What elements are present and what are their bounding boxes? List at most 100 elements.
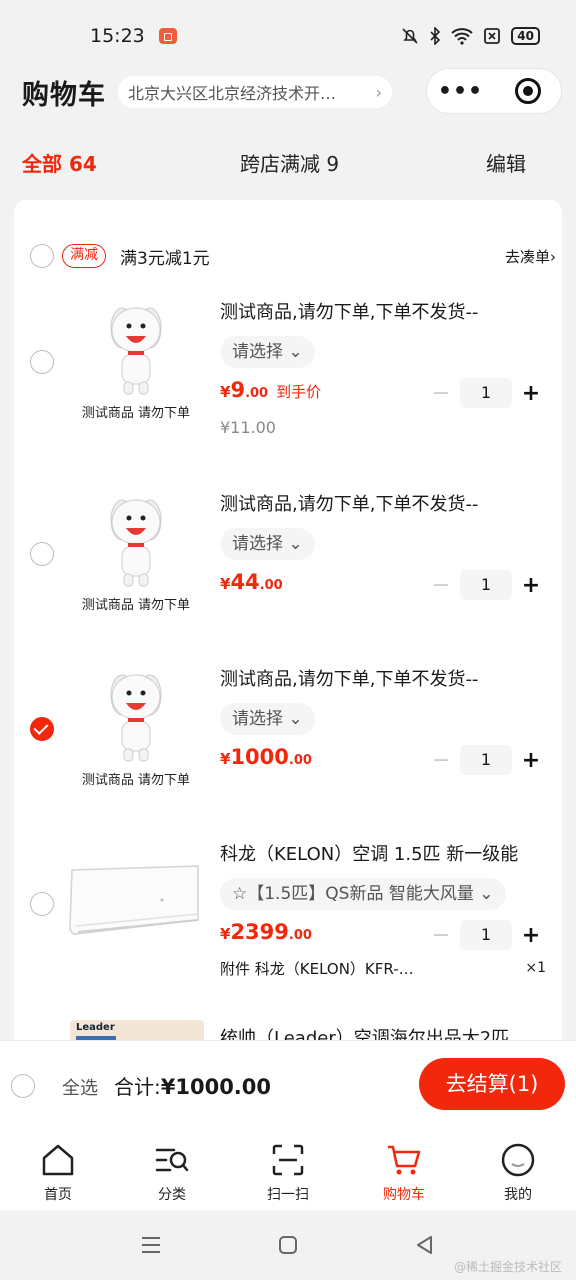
product-thumbnail[interactable]: 测试商品 请勿下单 — [66, 665, 206, 795]
accessory-count: ×1 — [525, 960, 546, 976]
edit-button[interactable]: 编辑 — [486, 148, 526, 177]
system-nav-bar: @稀土掘金技术社区 — [0, 1210, 576, 1280]
increase-button[interactable]: + — [518, 381, 544, 406]
back-icon[interactable] — [414, 1234, 436, 1256]
decrease-button[interactable]: − — [428, 573, 454, 598]
profile-icon — [500, 1142, 536, 1178]
product-thumbnail[interactable]: 测试商品 请勿下单 — [66, 490, 206, 620]
bluetooth-icon — [430, 27, 441, 45]
address-selector[interactable]: 北京大兴区北京经济技术开… › — [118, 76, 392, 108]
item-select-radio[interactable] — [30, 542, 54, 566]
cart-icon — [386, 1142, 422, 1178]
menu-icon[interactable] — [140, 1234, 162, 1256]
spec-selector[interactable]: 请选择 ⌄ — [220, 528, 315, 560]
more-menu-button[interactable]: ••• — [427, 79, 494, 104]
close-miniprogram-button[interactable] — [494, 78, 561, 104]
decrease-button[interactable]: − — [428, 923, 454, 948]
increase-button[interactable]: + — [518, 923, 544, 948]
cart-tabs: 全部 64 跨店满减 9 编辑 — [0, 140, 576, 184]
promo-select-radio[interactable] — [30, 244, 54, 268]
thumbnail-caption: 测试商品 请勿下单 — [81, 406, 191, 421]
quantity-stepper: − 1 + — [428, 378, 548, 408]
nav-header: 购物车 北京大兴区北京经济技术开… › ••• — [0, 64, 576, 120]
spec-selector[interactable]: ☆【1.5匹】QS新品 智能大风量 ⌄ — [220, 878, 506, 910]
checkout-bar: 全选 合计:¥1000.00 去结算(1) — [0, 1040, 576, 1132]
tab-all[interactable]: 全部 64 — [22, 148, 97, 177]
tab-home[interactable]: 首页 — [14, 1142, 102, 1204]
joy-mascot-image — [110, 674, 162, 762]
item-select-radio[interactable] — [30, 350, 54, 374]
promo-text: 满3元减1元 — [120, 249, 210, 269]
spec-selector[interactable]: 请选择 ⌄ — [220, 336, 315, 368]
tab-cross-store[interactable]: 跨店满减 9 — [240, 148, 339, 177]
sim-off-icon — [484, 28, 501, 44]
target-icon — [514, 78, 541, 104]
scan-icon — [270, 1142, 306, 1178]
add-more-link[interactable]: 去凑单› — [505, 246, 556, 267]
joy-mascot-image — [110, 307, 162, 395]
thumbnail-caption: 测试商品 请勿下单 — [81, 773, 191, 788]
item-select-radio[interactable] — [30, 892, 54, 916]
price: ¥2399.00 — [220, 920, 312, 944]
wifi-icon — [451, 28, 473, 45]
air-conditioner-image — [69, 865, 199, 935]
product-thumbnail[interactable] — [66, 840, 206, 970]
leader-logo: Leader — [76, 1022, 115, 1033]
decrease-button[interactable]: − — [428, 748, 454, 773]
quantity-input[interactable]: 1 — [460, 920, 512, 950]
quantity-input[interactable]: 1 — [460, 570, 512, 600]
price: ¥44.00 — [220, 570, 283, 594]
chevron-right-icon: › — [375, 82, 382, 102]
original-price: ¥11.00 — [220, 418, 276, 437]
product-thumbnail[interactable]: 测试商品 请勿下单 — [66, 298, 206, 428]
increase-button[interactable]: + — [518, 573, 544, 598]
select-all-radio[interactable] — [11, 1074, 35, 1098]
quantity-input[interactable]: 1 — [460, 745, 512, 775]
quantity-stepper: − 1 + — [428, 920, 548, 950]
tab-profile[interactable]: 我的 — [474, 1142, 562, 1204]
bottom-tab-bar: 首页 分类 扫一扫 购物车 我的 — [0, 1120, 576, 1210]
product-name[interactable]: 测试商品,请勿下单,下单不发货-- — [220, 298, 540, 324]
product-name[interactable]: 科龙（KELON）空调 1.5匹 新一级能 — [220, 840, 540, 866]
page-title: 购物车 — [22, 79, 106, 111]
cart-list: 满减 满3元减1元 去凑单› 测试商品 请勿下单 测试商品,请勿下单,下单不发货… — [14, 200, 562, 1100]
category-search-icon — [154, 1142, 190, 1178]
tab-cart[interactable]: 购物车 — [360, 1142, 448, 1204]
increase-button[interactable]: + — [518, 748, 544, 773]
thumbnail-caption: 测试商品 请勿下单 — [81, 598, 191, 613]
promo-tag: 满减 — [62, 244, 106, 268]
status-bar: 15:23 40 — [0, 0, 576, 72]
cart-item: 测试商品 请勿下单 测试商品,请勿下单,下单不发货-- 请选择 ⌄ ¥44.00… — [14, 490, 562, 630]
cart-item: 测试商品 请勿下单 测试商品,请勿下单,下单不发货-- 请选择 ⌄ ¥1000.… — [14, 665, 562, 805]
quantity-stepper: − 1 + — [428, 570, 548, 600]
screen-record-icon — [158, 28, 177, 44]
tab-category[interactable]: 分类 — [128, 1142, 216, 1204]
product-name[interactable]: 测试商品,请勿下单,下单不发货-- — [220, 665, 540, 691]
product-name[interactable]: 测试商品,请勿下单,下单不发货-- — [220, 490, 540, 516]
total-label: 合计: — [114, 1075, 161, 1099]
select-all-label[interactable]: 全选 — [62, 1074, 98, 1100]
decrease-button[interactable]: − — [428, 381, 454, 406]
tab-scan[interactable]: 扫一扫 — [244, 1142, 332, 1204]
final-price-label: 到手价 — [276, 383, 322, 401]
status-time: 15:23 — [90, 25, 145, 47]
home-square-icon[interactable] — [277, 1234, 299, 1256]
status-icons: 40 — [401, 27, 540, 45]
item-select-radio[interactable] — [30, 717, 54, 741]
quantity-stepper: − 1 + — [428, 745, 548, 775]
promo-row: 满减 满3元减1元 去凑单› — [14, 238, 562, 274]
joy-mascot-image — [110, 499, 162, 587]
cart-item: 科龙（KELON）空调 1.5匹 新一级能 ☆【1.5匹】QS新品 智能大风量 … — [14, 840, 562, 990]
checkout-button[interactable]: 去结算(1) — [419, 1058, 565, 1110]
address-text: 北京大兴区北京经济技术开… — [128, 84, 337, 103]
mute-bell-icon — [402, 28, 418, 44]
accessory-text: 附件 科龙（KELON）KFR-… — [220, 960, 414, 978]
watermark: @稀土掘金技术社区 — [453, 1260, 562, 1274]
total: 合计:¥1000.00 — [114, 1071, 271, 1100]
price: ¥9.00 到手价 — [220, 378, 322, 402]
battery-icon: 40 — [511, 27, 540, 45]
cart-item: 测试商品 请勿下单 测试商品,请勿下单,下单不发货-- 请选择 ⌄ ¥9.00 到… — [14, 298, 562, 458]
quantity-input[interactable]: 1 — [460, 378, 512, 408]
spec-selector[interactable]: 请选择 ⌄ — [220, 703, 315, 735]
miniprogram-capsule: ••• — [426, 68, 562, 114]
